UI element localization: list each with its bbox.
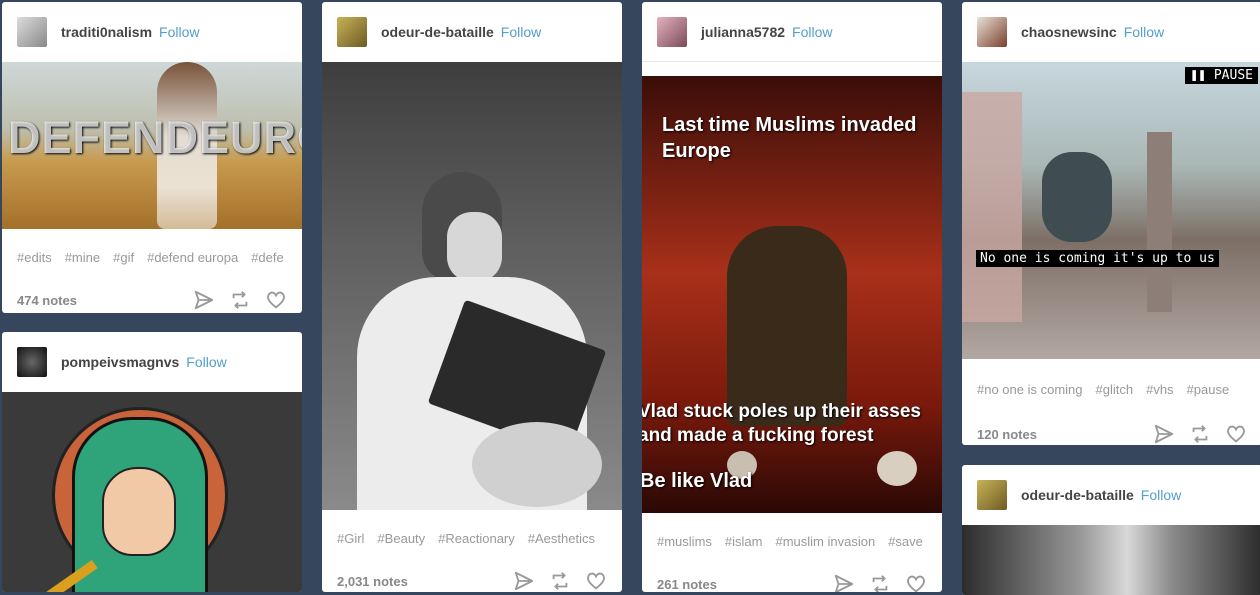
avatar[interactable]: [17, 17, 47, 47]
heart-icon[interactable]: [585, 570, 607, 592]
avatar[interactable]: [337, 17, 367, 47]
tag-list: #no one is coming #glitch #vhs #pause: [962, 359, 1260, 419]
follow-button[interactable]: Follow: [501, 24, 541, 40]
meme-caption-bottom: Be like Vlad: [642, 470, 753, 492]
avatar[interactable]: [657, 16, 687, 47]
face-shape: [447, 212, 502, 282]
avatar[interactable]: [977, 17, 1007, 47]
tag[interactable]: #islam: [725, 534, 763, 549]
tag[interactable]: #vhs: [1146, 382, 1173, 397]
username[interactable]: julianna5782: [701, 24, 785, 40]
notes-count[interactable]: 120 notes: [977, 427, 1037, 442]
tag[interactable]: #edits: [17, 250, 52, 265]
tag[interactable]: #Aesthetics: [528, 531, 595, 546]
post-card: odeur-de-bataille Follow: [962, 465, 1260, 595]
skull-shape: [877, 451, 917, 486]
tag[interactable]: #Reactionary: [438, 531, 515, 546]
post-card: odeur-de-bataille Follow #Girl #Beauty #…: [322, 2, 622, 592]
follow-button[interactable]: Follow: [159, 24, 199, 40]
statue-shape: [1042, 152, 1112, 242]
username[interactable]: odeur-de-bataille: [381, 24, 494, 40]
post-footer: 2,031 notes: [322, 566, 622, 592]
notes-count[interactable]: 474 notes: [17, 293, 77, 308]
heart-icon[interactable]: [905, 573, 927, 592]
tag-list: #Girl #Beauty #Reactionary #Aesthetics: [322, 510, 622, 566]
building-shape: [962, 92, 1022, 322]
post-image[interactable]: ❚❚ PAUSE No one is coming it's up to us: [962, 62, 1260, 359]
tag[interactable]: #Girl: [337, 531, 364, 546]
username[interactable]: chaosnewsinc: [1021, 24, 1117, 40]
image-overlay-text: DEFENDEUROPA: [8, 112, 302, 163]
tag[interactable]: #mine: [65, 250, 100, 265]
post-card: julianna5782 Follow Last time Muslims in…: [642, 2, 942, 592]
avatar[interactable]: [17, 347, 47, 377]
meme-caption-top: Last time Muslims invaded Europe: [662, 114, 917, 162]
face-shape: [102, 467, 176, 556]
tower-shape: [1147, 132, 1172, 312]
notes-count[interactable]: 261 notes: [657, 577, 717, 592]
notes-count[interactable]: 2,031 notes: [337, 574, 408, 589]
meme-caption-middle: Vlad stuck poles up their asses and made…: [642, 401, 921, 446]
figure-shape: [727, 226, 847, 426]
post-header: traditi0nalism Follow: [2, 2, 302, 62]
post-header: odeur-de-bataille Follow: [322, 2, 622, 62]
paper-plane-icon[interactable]: [1153, 423, 1175, 445]
follow-button[interactable]: Follow: [186, 354, 226, 370]
follow-button[interactable]: Follow: [792, 24, 832, 40]
post-header: odeur-de-bataille Follow: [962, 465, 1260, 525]
reblog-icon[interactable]: [549, 570, 571, 592]
tag[interactable]: #muslims: [657, 534, 712, 549]
post-header: julianna5782 Follow: [642, 2, 942, 62]
reblog-icon[interactable]: [1189, 423, 1211, 445]
tag[interactable]: #defend europa: [147, 250, 238, 265]
paper-plane-icon[interactable]: [513, 570, 535, 592]
username[interactable]: traditi0nalism: [61, 24, 152, 40]
tag[interactable]: #save: [888, 534, 923, 549]
post-footer: 120 notes: [962, 419, 1260, 445]
avatar[interactable]: [977, 480, 1007, 510]
paper-plane-icon[interactable]: [833, 573, 855, 592]
username[interactable]: odeur-de-bataille: [1021, 487, 1134, 503]
post-footer: 474 notes: [2, 285, 302, 313]
paper-plane-icon[interactable]: [193, 289, 215, 311]
post-image[interactable]: DEFENDEUROPA: [2, 62, 302, 229]
pause-label: PAUSE: [1213, 68, 1253, 83]
tag[interactable]: #no one is coming: [977, 382, 1083, 397]
reblog-icon[interactable]: [869, 573, 891, 592]
post-card: pompeivsmagnvs Follow: [2, 332, 302, 592]
post-header: pompeivsmagnvs Follow: [2, 332, 302, 392]
username[interactable]: pompeivsmagnvs: [61, 354, 179, 370]
post-card: traditi0nalism Follow DEFENDEUROPA #edit…: [2, 2, 302, 313]
tag-list: #muslims #islam #muslim invasion #save: [642, 513, 942, 569]
follow-button[interactable]: Follow: [1141, 487, 1181, 503]
mask-shape: [472, 422, 602, 507]
tag-list: #edits #mine #gif #defend europa #defe: [2, 229, 302, 285]
post-footer: 261 notes: [642, 569, 942, 592]
heart-icon[interactable]: [265, 289, 287, 311]
tag[interactable]: #muslim invasion: [775, 534, 875, 549]
tag[interactable]: #defe: [251, 250, 284, 265]
tag[interactable]: #Beauty: [377, 531, 425, 546]
post-card: chaosnewsinc Follow ❚❚ PAUSE No one is c…: [962, 2, 1260, 445]
follow-button[interactable]: Follow: [1124, 24, 1164, 40]
reblog-icon[interactable]: [229, 289, 251, 311]
post-image[interactable]: [2, 392, 302, 592]
post-header: chaosnewsinc Follow: [962, 2, 1260, 62]
tag[interactable]: #gif: [113, 250, 134, 265]
heart-icon[interactable]: [1225, 423, 1247, 445]
vhs-subtitle: No one is coming it's up to us: [976, 250, 1219, 267]
tag[interactable]: #pause: [1187, 382, 1230, 397]
tag[interactable]: #glitch: [1096, 382, 1134, 397]
post-image[interactable]: [962, 525, 1260, 595]
post-image[interactable]: Last time Muslims invaded Europe Vlad st…: [642, 76, 942, 513]
pause-badge: ❚❚ PAUSE: [1185, 67, 1258, 84]
post-image[interactable]: [322, 62, 622, 510]
